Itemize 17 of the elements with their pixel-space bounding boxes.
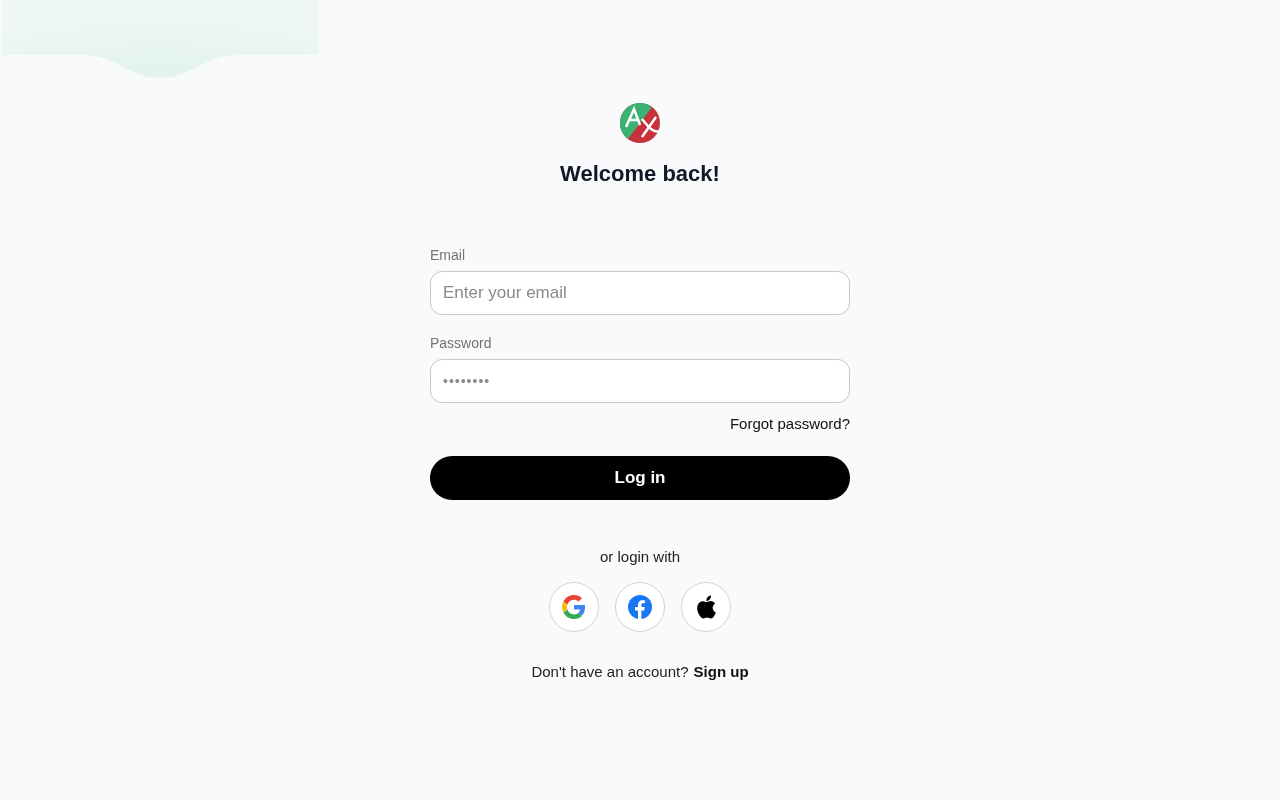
field-label: Password	[430, 335, 493, 351]
logo-icon	[620, 103, 660, 143]
field-label: Email	[430, 247, 466, 263]
apple-icon	[695, 595, 717, 619]
facebook-login-button[interactable]	[615, 582, 665, 632]
password-field[interactable]: ••••••••	[430, 359, 850, 403]
forgot-password-link[interactable]: Forgot password?	[729, 415, 850, 432]
signup-link[interactable]: Sign up	[693, 663, 749, 680]
google-icon	[562, 595, 586, 619]
divider-text: or login with	[599, 548, 680, 565]
google-login-button[interactable]	[549, 582, 599, 632]
email-field[interactable]: Enter your email	[430, 271, 850, 315]
apple-login-button[interactable]	[681, 582, 731, 632]
login-button[interactable]: Log in	[430, 456, 850, 500]
welcome-heading: Welcome back!	[560, 160, 720, 188]
signup-prompt: Don't have an account?	[531, 663, 689, 680]
facebook-icon	[628, 595, 652, 619]
